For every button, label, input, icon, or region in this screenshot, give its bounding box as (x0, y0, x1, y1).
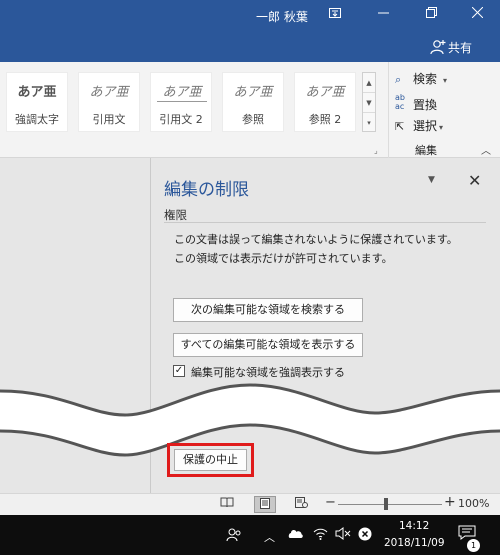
zoom-in-button[interactable]: + (444, 494, 456, 510)
styles-gallery-scroll[interactable]: ▲ ▼ ▾ (362, 72, 376, 132)
find-next-editable-button[interactable]: 次の編集可能な領域を検索する (173, 298, 363, 322)
onedrive-cloud-icon[interactable] (286, 527, 304, 543)
close-window-icon[interactable] (466, 4, 488, 26)
status-bar: − + 100% (0, 493, 500, 515)
style-sample: あア亜 (305, 85, 345, 100)
taskbar: ︿ 14:12 2018/11/09 1 (0, 515, 500, 555)
read-mode-icon[interactable] (216, 496, 238, 513)
chevron-down-icon: ▾ (439, 123, 444, 132)
protection-message: この文書は誤って編集されないように保護されています。 (174, 233, 458, 246)
stop-protection-button[interactable]: 保護の中止 (174, 449, 247, 471)
style-sample: あア亜 (157, 81, 207, 102)
style-intense-quote[interactable]: あア亜 引用文 2 (150, 72, 212, 132)
replace-icon: ab ac (395, 93, 405, 111)
section-divider (164, 222, 486, 223)
pane-title: 編集の制限 (164, 180, 249, 200)
view-only-message: この領域では表示だけが許可されています。 (174, 252, 393, 265)
style-label: 参照 2 (308, 113, 342, 126)
editing-group-label: 編集 (415, 144, 437, 157)
highlight-editable-checkbox[interactable]: ✓ (173, 365, 185, 377)
network-disconnected-icon[interactable] (358, 527, 372, 545)
ribbon-display-options-icon[interactable] (324, 4, 346, 26)
title-bar: 一郎 秋葉 (0, 0, 500, 32)
gallery-more-icon[interactable]: ▾ (363, 113, 375, 133)
zoom-slider-thumb[interactable] (384, 498, 388, 510)
scroll-down-icon[interactable]: ▼ (363, 93, 375, 113)
zoom-level[interactable]: 100% (458, 497, 489, 510)
style-strong[interactable]: あア亜 強調太字 (6, 72, 68, 132)
style-label: 引用文 (92, 113, 126, 126)
user-name[interactable]: 一郎 秋葉 (256, 8, 308, 25)
clock-time[interactable]: 14:12 (399, 520, 429, 532)
share-label: 共有 (448, 41, 473, 55)
pane-options-icon[interactable]: ▼ (428, 175, 435, 185)
document-area: 編集の制限 ▼ ✕ 権限 この文書は誤って編集されないように保護されています。 … (0, 158, 500, 493)
style-label: 参照 (242, 113, 264, 126)
editing-group: ⌕ 検索 ▾ ab ac 置換 ⇱ 選択 ▾ 編集 ︿ (388, 62, 500, 158)
zoom-out-button[interactable]: − (325, 495, 336, 510)
style-sample: あア亜 (17, 85, 57, 100)
style-quote[interactable]: あア亜 引用文 (78, 72, 140, 132)
styles-dialog-launcher-icon[interactable]: ⌟ (374, 146, 378, 155)
minimize-icon[interactable] (372, 4, 394, 26)
ribbon-tab-row: 共有 (0, 32, 500, 62)
collapse-ribbon-icon[interactable]: ︿ (481, 142, 491, 157)
search-icon: ⌕ (395, 73, 402, 86)
style-label: 引用文 2 (159, 113, 203, 126)
section-heading: 権限 (164, 208, 187, 222)
select-label: 選択 (413, 119, 438, 133)
notification-badge: 1 (467, 539, 480, 552)
zoom-slider[interactable] (338, 504, 442, 505)
find-label: 検索 (413, 72, 438, 86)
volume-muted-icon[interactable] (335, 527, 351, 544)
restore-icon[interactable] (420, 4, 442, 26)
style-reference[interactable]: あア亜 参照 (222, 72, 284, 132)
select-button[interactable]: ⇱ 選択 ▾ (395, 117, 443, 134)
print-layout-icon[interactable] (254, 496, 276, 513)
chevron-down-icon: ▾ (443, 76, 448, 85)
clock-date[interactable]: 2018/11/09 (384, 537, 445, 549)
wifi-icon[interactable] (313, 527, 328, 544)
highlight-editable-label: 編集可能な領域を強調表示する (191, 366, 345, 379)
show-all-editable-button[interactable]: すべての編集可能な領域を表示する (173, 333, 363, 357)
find-button[interactable]: ⌕ 検索 ▾ (395, 70, 447, 87)
style-label: 強調太字 (15, 113, 59, 126)
replace-button[interactable]: ab ac 置換 (395, 93, 437, 113)
style-intense-reference[interactable]: あア亜 参照 2 (294, 72, 356, 132)
close-pane-icon[interactable]: ✕ (468, 171, 481, 190)
style-sample: あア亜 (89, 85, 129, 100)
web-layout-icon[interactable] (290, 496, 312, 513)
cursor-icon: ⇱ (395, 120, 405, 133)
person-add-icon (430, 40, 446, 55)
style-sample: あア亜 (233, 85, 273, 100)
chevron-up-icon[interactable]: ︿ (264, 529, 275, 545)
share-button[interactable]: 共有 (430, 39, 472, 56)
ribbon: あア亜 強調太字 あア亜 引用文 あア亜 引用文 2 あア亜 参照 あア亜 参照… (0, 62, 500, 158)
scroll-up-icon[interactable]: ▲ (363, 73, 375, 93)
replace-label: 置換 (413, 98, 438, 112)
people-icon[interactable] (226, 527, 242, 547)
